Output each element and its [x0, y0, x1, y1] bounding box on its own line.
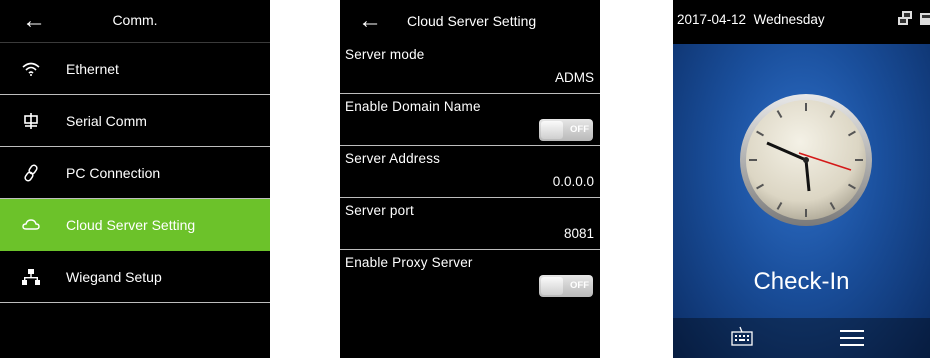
- bottom-bar: [673, 318, 930, 358]
- menu-item-label: PC Connection: [66, 164, 161, 181]
- setting-value: 8081: [563, 226, 594, 241]
- menu-item-wiegand-setup[interactable]: Wiegand Setup: [0, 251, 270, 303]
- setting-enable-domain-name: Enable Domain Name OFF: [340, 94, 600, 146]
- menu-item-cloud-server-setting[interactable]: Cloud Server Setting: [0, 199, 270, 251]
- network-icon: [20, 267, 42, 287]
- setting-label: Server mode: [345, 47, 425, 62]
- menu-item-serial-comm[interactable]: Serial Comm: [0, 95, 270, 147]
- weekday-text: Wednesday: [753, 12, 825, 27]
- keyboard-icon[interactable]: [731, 326, 753, 351]
- comm-menu-screen: ← Comm. Ethernet Serial Comm PC Connecti…: [0, 0, 270, 358]
- menu-item-pc-connection[interactable]: PC Connection: [0, 147, 270, 199]
- toggle-knob: [541, 121, 563, 139]
- setting-server-address[interactable]: Server Address 0.0.0.0: [340, 146, 600, 198]
- menu-item-label: Wiegand Setup: [66, 268, 162, 285]
- back-arrow-icon[interactable]: ←: [358, 9, 382, 33]
- serial-icon: [20, 111, 42, 131]
- main-checkin-screen: 2017-04-12 Wednesday Check-In: [673, 0, 930, 358]
- setting-server-mode[interactable]: Server mode ADMS: [340, 42, 600, 94]
- status-bar: 2017-04-12 Wednesday: [673, 0, 930, 44]
- toggle-state: OFF: [570, 280, 589, 291]
- comm-header: ← Comm.: [0, 0, 270, 43]
- setting-value: ADMS: [554, 70, 594, 85]
- date-weekday: 2017-04-12 Wednesday: [677, 12, 825, 27]
- page-title: Comm.: [112, 12, 158, 28]
- setting-label: Server Address: [345, 151, 441, 166]
- network-status-icon: [898, 11, 914, 32]
- cloud-icon: [20, 215, 42, 235]
- setting-label: Server port: [345, 203, 414, 218]
- setting-value: 0.0.0.0: [552, 174, 594, 189]
- menu-icon[interactable]: [840, 330, 864, 351]
- analog-clock: [739, 93, 873, 227]
- link-icon: [20, 163, 42, 183]
- menu-item-ethernet[interactable]: Ethernet: [0, 43, 270, 95]
- menu-item-label: Cloud Server Setting: [66, 216, 196, 233]
- setting-enable-proxy-server: Enable Proxy Server OFF: [340, 250, 600, 301]
- proxy-server-toggle[interactable]: OFF: [539, 275, 593, 297]
- setting-label: Enable Domain Name: [345, 99, 481, 114]
- page-title: Cloud Server Setting: [407, 13, 537, 29]
- status-icons: [898, 11, 930, 32]
- printer-icon: [920, 11, 930, 32]
- domain-name-toggle[interactable]: OFF: [539, 119, 593, 141]
- menu-item-label: Serial Comm: [66, 112, 147, 129]
- cloud-header: ← Cloud Server Setting: [340, 0, 600, 42]
- date-text: 2017-04-12: [677, 12, 747, 27]
- cloud-server-setting-screen: ← Cloud Server Setting Server mode ADMS …: [340, 0, 600, 358]
- attendance-status[interactable]: Check-In: [673, 268, 930, 296]
- toggle-knob: [541, 277, 563, 295]
- wifi-icon: [20, 59, 42, 79]
- setting-label: Enable Proxy Server: [345, 255, 473, 270]
- menu-item-label: Ethernet: [66, 60, 119, 77]
- toggle-state: OFF: [570, 124, 589, 135]
- setting-server-port[interactable]: Server port 8081: [340, 198, 600, 250]
